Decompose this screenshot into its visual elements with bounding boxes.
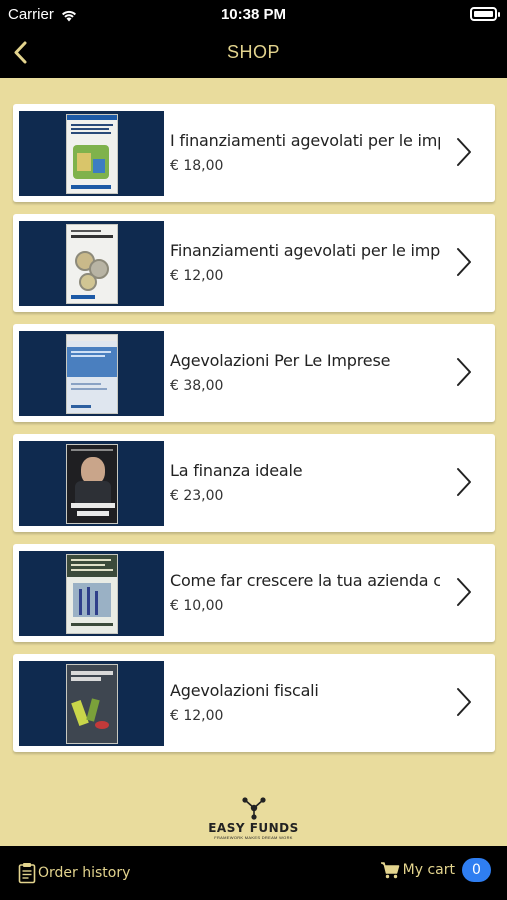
product-thumbnail	[19, 221, 164, 306]
product-item[interactable]: La finanza ideale € 23,00	[13, 434, 495, 532]
product-item[interactable]: Finanziamenti agevolati per le impr... €…	[13, 214, 495, 312]
status-bar: Carrier 10:38 PM	[0, 0, 507, 30]
product-item[interactable]: Come far crescere la tua azienda c... € …	[13, 544, 495, 642]
shopping-cart-icon	[380, 862, 399, 879]
book-cover-image	[65, 663, 118, 744]
book-cover-image	[65, 223, 118, 304]
product-thumbnail	[19, 661, 164, 746]
product-price: € 18,00	[170, 158, 224, 174]
navigation-bar: SHOP	[0, 30, 507, 78]
order-history-label: Order history	[38, 865, 131, 881]
product-name: Finanziamenti agevolati per le impr...	[170, 241, 440, 260]
product-thumbnail	[19, 111, 164, 196]
product-price: € 12,00	[170, 268, 224, 284]
battery-icon	[470, 7, 497, 21]
page-title: SHOP	[226, 42, 280, 62]
brand-name: EASY FUNDS	[208, 821, 299, 835]
brand-logo: EASY FUNDS FRAMEWORK MAKES DREAM WORK	[0, 796, 507, 840]
product-name: La finanza ideale	[170, 461, 303, 480]
product-name: I finanziamenti agevolati per le imp...	[170, 131, 440, 150]
chevron-right-icon	[457, 578, 471, 606]
network-nodes-icon	[241, 797, 266, 820]
clock: 10:38 PM	[220, 6, 287, 23]
product-price: € 10,00	[170, 598, 224, 614]
book-cover-image	[65, 553, 118, 634]
product-price: € 23,00	[170, 488, 224, 504]
clipboard-icon	[18, 863, 36, 884]
product-thumbnail	[19, 331, 164, 416]
battery-tip	[498, 12, 500, 17]
order-history-button[interactable]: Order history	[18, 862, 130, 884]
book-cover-image	[65, 443, 118, 524]
product-list: I finanziamenti agevolati per le imp... …	[13, 104, 495, 764]
my-cart-button[interactable]: My cart 0	[380, 858, 491, 882]
book-cover-image	[65, 113, 118, 194]
product-name: Agevolazioni Per Le Imprese	[170, 351, 391, 370]
chevron-right-icon	[457, 688, 471, 716]
product-name: Agevolazioni fiscali	[170, 681, 319, 700]
my-cart-label: My cart	[402, 862, 455, 878]
brand-tagline: FRAMEWORK MAKES DREAM WORK	[214, 835, 293, 840]
chevron-right-icon	[457, 138, 471, 166]
chevron-right-icon	[457, 468, 471, 496]
product-thumbnail	[19, 551, 164, 636]
book-cover-image	[65, 333, 118, 414]
bottom-bar: Order history My cart 0	[0, 846, 507, 900]
chevron-right-icon	[457, 358, 471, 386]
product-price: € 12,00	[170, 708, 224, 724]
chevron-right-icon	[457, 248, 471, 276]
product-price: € 38,00	[170, 378, 224, 394]
cart-count-badge: 0	[462, 858, 491, 882]
product-item[interactable]: Agevolazioni fiscali € 12,00	[13, 654, 495, 752]
product-name: Come far crescere la tua azienda c...	[170, 571, 440, 590]
product-item[interactable]: Agevolazioni Per Le Imprese € 38,00	[13, 324, 495, 422]
product-item[interactable]: I finanziamenti agevolati per le imp... …	[13, 104, 495, 202]
product-thumbnail	[19, 441, 164, 526]
